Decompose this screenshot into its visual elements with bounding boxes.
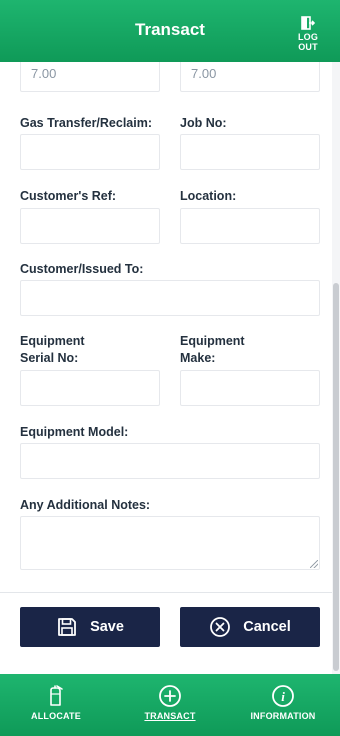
equipment-model-label: Equipment Model: — [20, 425, 129, 439]
equipment-serial-label-line2: Serial No: — [20, 351, 79, 365]
cancel-button[interactable]: Cancel — [180, 607, 320, 647]
equipment-model-field[interactable] — [20, 443, 320, 479]
gas-transfer-field[interactable] — [20, 134, 160, 170]
quantity-field-right[interactable]: 7.00 — [180, 62, 320, 92]
scrollbar-thumb[interactable] — [333, 283, 339, 671]
equipment-serial-label: Equipment Serial No: — [20, 333, 85, 367]
save-icon — [58, 618, 76, 636]
customers-ref-label: Customer's Ref: — [20, 189, 117, 203]
job-no-field[interactable] — [180, 134, 320, 170]
quantity-field-left[interactable]: 7.00 — [20, 62, 160, 92]
nav-label-allocate: ALLOCATE — [31, 711, 81, 721]
svg-text:i: i — [281, 689, 285, 704]
equipment-serial-label-line1: Equipment — [20, 334, 85, 348]
location-label: Location: — [180, 189, 237, 203]
app-header: Transact LOG OUT — [0, 0, 340, 62]
nav-item-information[interactable]: i INFORMATION — [233, 684, 333, 721]
nav-item-transact[interactable]: TRANSACT — [120, 684, 220, 721]
quantity-value-right: 7.00 — [191, 66, 217, 81]
quantity-value-left: 7.00 — [31, 66, 57, 81]
logout-icon — [301, 16, 315, 30]
equipment-make-label-line2: Make: — [180, 351, 216, 365]
location-field[interactable] — [180, 208, 320, 244]
cancel-label: Cancel — [243, 619, 291, 635]
equipment-make-label-line1: Equipment — [180, 334, 245, 348]
nav-label-transact: TRANSACT — [144, 711, 196, 721]
additional-notes-label: Any Additional Notes: — [20, 498, 151, 512]
equipment-make-label: Equipment Make: — [180, 333, 245, 367]
customer-issued-field[interactable] — [20, 280, 320, 316]
transaction-form: 7.00 7.00 Gas Transfer/Reclaim: Job No: … — [0, 62, 332, 590]
cylinder-icon — [50, 685, 63, 706]
job-no-label: Job No: — [180, 116, 227, 130]
equipment-serial-field[interactable] — [20, 370, 160, 406]
equipment-make-field[interactable] — [180, 370, 320, 406]
customers-ref-field[interactable] — [20, 208, 160, 244]
info-circle-icon: i — [272, 685, 294, 707]
textarea-resize-grip[interactable] — [310, 560, 318, 568]
logout-label: LOG OUT — [297, 32, 319, 52]
bottom-navigation: ALLOCATE TRANSACT i INFORMATION — [0, 674, 340, 736]
divider — [0, 592, 332, 593]
customer-issued-label: Customer/Issued To: — [20, 262, 144, 276]
save-label: Save — [90, 619, 124, 635]
logout-button[interactable]: LOG OUT — [288, 16, 328, 52]
nav-item-allocate[interactable]: ALLOCATE — [6, 684, 106, 721]
gas-transfer-label: Gas Transfer/Reclaim: — [20, 116, 153, 130]
save-button[interactable]: Save — [20, 607, 160, 647]
additional-notes-textarea[interactable] — [20, 516, 320, 570]
plus-circle-icon — [159, 685, 181, 707]
nav-label-information: INFORMATION — [250, 711, 316, 721]
cancel-icon — [210, 617, 231, 637]
